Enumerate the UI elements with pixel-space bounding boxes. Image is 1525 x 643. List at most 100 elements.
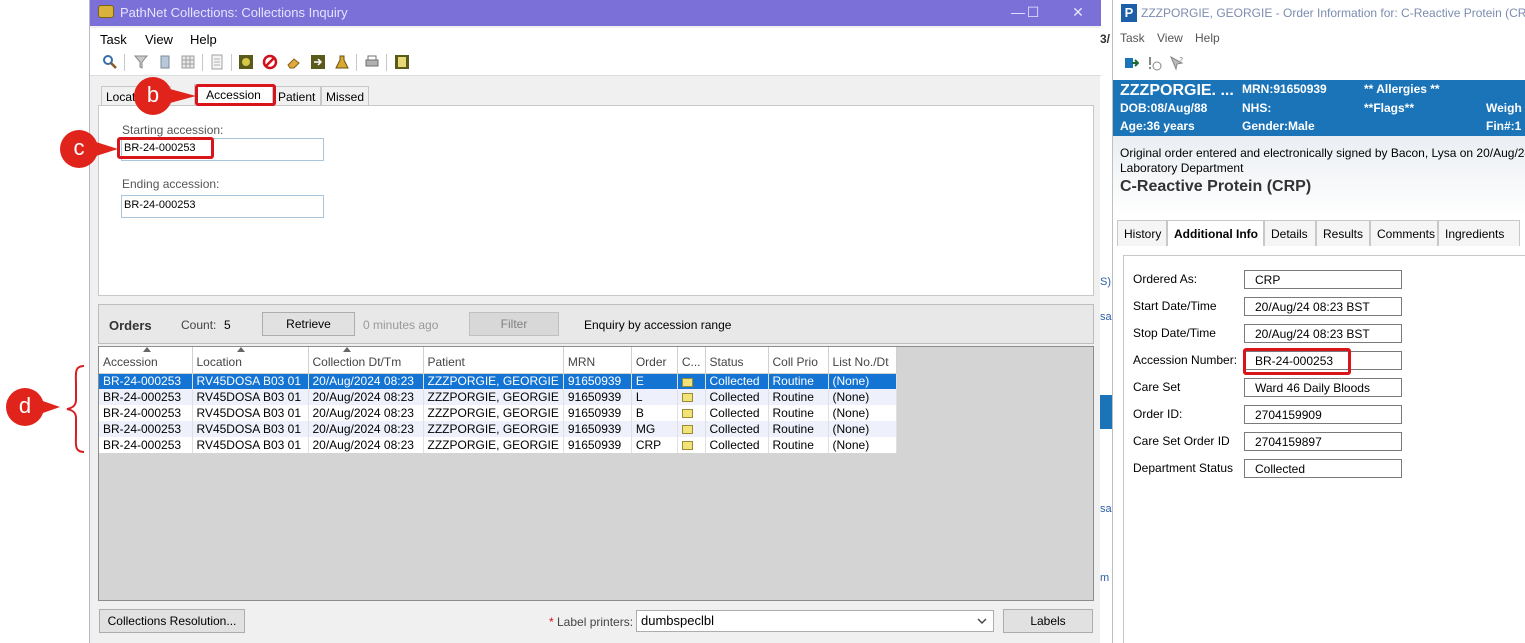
starting-accession-label: Starting accession:	[122, 123, 224, 137]
svg-text:?: ?	[1179, 56, 1183, 65]
col-order-cell: MG	[631, 421, 678, 437]
col-location-cell: RV45DOSA B03 01	[192, 405, 309, 421]
column-header-label: Collection Dt/Tm	[312, 354, 402, 369]
col-c-header[interactable]: C...	[677, 347, 706, 374]
title-bar: P ZZZPORGIE, GEORGIE - Order Information…	[1113, 0, 1525, 26]
col-location-header[interactable]: Location	[192, 347, 309, 374]
tab-patient[interactable]: Patient	[273, 86, 321, 106]
flags-indicator[interactable]: **Flags**	[1364, 101, 1414, 115]
sort-arrow-icon	[143, 347, 151, 352]
document-icon[interactable]	[209, 54, 225, 70]
sign-icon[interactable]	[1123, 55, 1139, 71]
order-entry-text: Original order entered and electronicall…	[1120, 146, 1525, 160]
table-row[interactable]: BR-24-000253 RV45DOSA B03 01 20/Aug/2024 0…	[99, 405, 897, 421]
tab-ingredients[interactable]: Ingredients	[1438, 220, 1520, 246]
col-collection-dt-cell: 20/Aug/2024 08:23	[308, 373, 424, 389]
ordered-as-label: Ordered As:	[1133, 272, 1198, 286]
patient-name: ZZZPORGIE. ...	[1120, 82, 1234, 99]
search-icon[interactable]	[102, 54, 118, 70]
alert-clock-icon[interactable]	[1146, 55, 1162, 71]
col-accession-cell: BR-24-000253	[99, 389, 193, 405]
col-location-cell: RV45DOSA B03 01	[192, 437, 309, 453]
highlight-starting-accession	[117, 137, 214, 159]
specimen-tube-icon[interactable]	[157, 54, 173, 70]
annotation-marker-b: b	[134, 77, 172, 115]
eraser-icon[interactable]	[286, 54, 302, 70]
label-icon[interactable]	[238, 54, 254, 70]
col-coll-prio-header[interactable]: Coll Prio	[768, 347, 829, 374]
printer-icon[interactable]	[364, 54, 380, 70]
start-date-value: 20/Aug/24 08:23 BST	[1244, 297, 1402, 316]
tab-history[interactable]: History	[1117, 220, 1167, 246]
col-status-header[interactable]: Status	[705, 347, 769, 374]
annotation-marker-d: d	[6, 388, 44, 426]
tab-missed[interactable]: Missed	[321, 86, 369, 106]
col-mrn-cell: 91650939	[563, 405, 632, 421]
annotation-marker-c: c	[60, 130, 98, 168]
col-order-cell: E	[631, 373, 678, 389]
labels-button[interactable]: Labels	[1003, 609, 1093, 633]
column-header-label: C...	[681, 354, 701, 369]
menu-task[interactable]: Task	[100, 32, 127, 47]
col-list-no-cell: (None)	[828, 389, 897, 405]
col-accession-header[interactable]: Accession	[99, 347, 193, 374]
table-row[interactable]: BR-24-000253 RV45DOSA B03 01 20/Aug/2024 0…	[99, 437, 897, 453]
table-row[interactable]: BR-24-000253 RV45DOSA B03 01 20/Aug/2024 0…	[99, 373, 897, 389]
flask-icon[interactable]	[334, 54, 350, 70]
col-list-no-cell: (None)	[828, 405, 897, 421]
tab-results[interactable]: Results	[1316, 220, 1370, 246]
col-list-no-header[interactable]: List No./Dt	[828, 347, 897, 374]
col-collection-dt-cell: 20/Aug/2024 08:23	[308, 437, 424, 453]
comment-note-icon[interactable]	[681, 377, 693, 387]
allergies-flag[interactable]: ** Allergies **	[1364, 82, 1440, 96]
toolbar	[90, 50, 1101, 76]
patient-mrn: MRN:91650939	[1242, 82, 1327, 96]
orders-label: Orders	[109, 318, 152, 333]
start-date-label: Start Date/Time	[1133, 299, 1217, 313]
col-patient-header[interactable]: Patient	[423, 347, 564, 374]
label-printer-value: dumbspeclbl	[641, 613, 714, 628]
menu-task[interactable]: Task	[1120, 31, 1145, 45]
ending-accession-input[interactable]: BR-24-000253	[121, 195, 324, 218]
close-button[interactable]: ✕	[1063, 2, 1093, 22]
col-status-cell: Collected	[705, 405, 769, 421]
column-header-label: List No./Dt	[832, 354, 889, 369]
help-cursor-icon[interactable]: ?	[1169, 55, 1185, 71]
maximize-button[interactable]: ☐	[1018, 2, 1048, 22]
col-coll-prio-cell: Routine	[768, 405, 829, 421]
col-list-no-cell: (None)	[828, 421, 897, 437]
patient-banner: ZZZPORGIE. ... DOB:08/Aug/88 Age:36 year…	[1113, 80, 1525, 136]
desktop-background	[0, 0, 89, 643]
filter-button[interactable]: Filter	[469, 312, 559, 336]
collections-resolution-button[interactable]: Collections Resolution...	[99, 609, 245, 633]
comment-note-icon[interactable]	[681, 409, 693, 419]
label-printer-select[interactable]: dumbspeclbl	[636, 610, 994, 632]
grid-icon[interactable]	[180, 54, 196, 70]
table-row[interactable]: BR-24-000253 RV45DOSA B03 01 20/Aug/2024 0…	[99, 389, 897, 405]
cancel-icon[interactable]	[262, 54, 278, 70]
retrieve-button[interactable]: Retrieve	[262, 312, 355, 336]
menu-help[interactable]: Help	[1195, 31, 1220, 45]
col-patient-cell: ZZZPORGIE, GEORGIE	[423, 421, 564, 437]
col-collection-dt-header[interactable]: Collection Dt/Tm	[308, 347, 424, 374]
patient-gender: Gender:Male	[1242, 119, 1315, 133]
filter-icon[interactable]	[133, 54, 149, 70]
comment-note-icon[interactable]	[681, 425, 693, 435]
highlight-accession-tab	[195, 84, 276, 106]
tab-comments[interactable]: Comments	[1370, 220, 1438, 246]
report-icon[interactable]	[394, 54, 410, 70]
comment-note-icon[interactable]	[681, 393, 693, 403]
menu-view[interactable]: View	[145, 32, 173, 47]
export-icon[interactable]	[310, 54, 326, 70]
col-accession-cell: BR-24-000253	[99, 421, 193, 437]
menu-help[interactable]: Help	[190, 32, 217, 47]
col-order-header[interactable]: Order	[631, 347, 678, 374]
label-printers-label: Label printers:	[557, 615, 634, 629]
comment-note-icon[interactable]	[681, 441, 693, 451]
tab-additional-info[interactable]: Additional Info	[1167, 220, 1264, 246]
stop-date-value: 20/Aug/24 08:23 BST	[1244, 324, 1402, 343]
menu-view[interactable]: View	[1157, 31, 1183, 45]
tab-details[interactable]: Details	[1264, 220, 1316, 246]
table-row[interactable]: BR-24-000253 RV45DOSA B03 01 20/Aug/2024 0…	[99, 421, 897, 437]
col-mrn-header[interactable]: MRN	[563, 347, 632, 374]
